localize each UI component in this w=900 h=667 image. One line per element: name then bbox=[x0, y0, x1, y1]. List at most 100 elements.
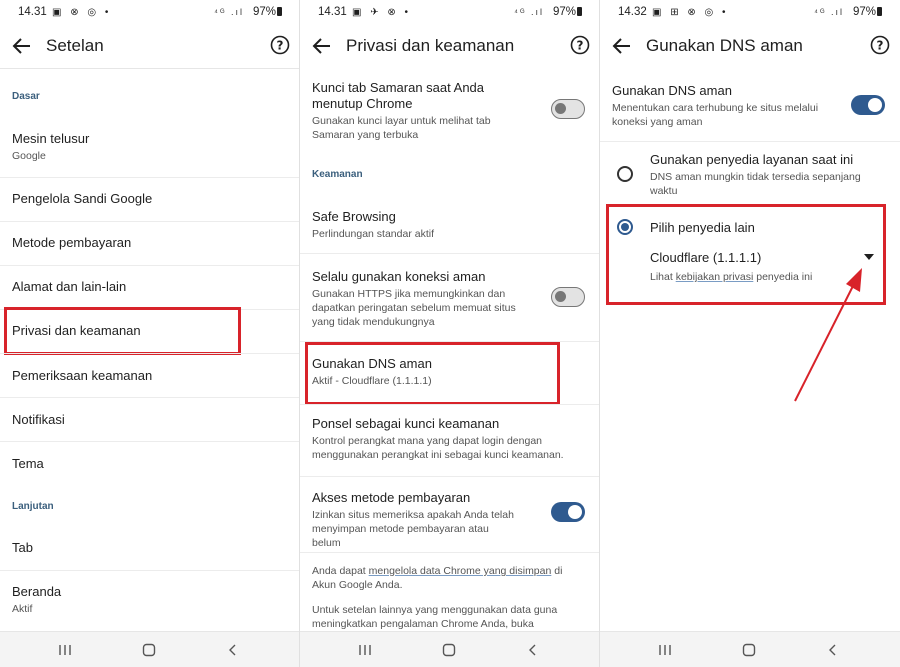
section-header-basic: Dasar bbox=[12, 91, 40, 102]
item-title: Selalu gunakan koneksi aman bbox=[312, 269, 486, 284]
system-nav-bar bbox=[300, 631, 600, 667]
battery-level: 97% bbox=[252, 6, 276, 18]
settings-item-password-manager[interactable]: Pengelola Sandi Google bbox=[12, 191, 288, 207]
item-title: Alamat dan lain-lain bbox=[12, 279, 127, 294]
payment-access-toggle[interactable] bbox=[551, 502, 585, 522]
item-subtitle: Google bbox=[12, 150, 46, 162]
divider bbox=[300, 253, 600, 254]
status-bar: 14.32 ▣ ⊞ ⊗ ◎ • ⁴ᴳ .ıl 97% bbox=[600, 6, 900, 22]
settings-item-notifications[interactable]: Notifikasi bbox=[12, 412, 288, 428]
help-icon[interactable]: ? bbox=[570, 35, 590, 55]
recent-apps-icon[interactable] bbox=[358, 643, 372, 657]
divider bbox=[0, 177, 300, 178]
item-title: Akses metode pembayaran bbox=[312, 490, 471, 505]
secure-dns-toggle[interactable] bbox=[851, 95, 885, 115]
help-icon[interactable]: ? bbox=[870, 35, 890, 55]
settings-item-addresses[interactable]: Alamat dan lain-lain bbox=[12, 279, 288, 295]
divider bbox=[0, 353, 300, 354]
annotation-arrow-icon bbox=[794, 268, 862, 402]
page-title: Setelan bbox=[46, 36, 104, 55]
item-title: Pemeriksaan keamanan bbox=[12, 368, 153, 383]
item-subtitle: Perlindungan standar aktif bbox=[312, 228, 434, 240]
manage-data-link[interactable]: mengelola data Chrome yang disimpan bbox=[369, 565, 552, 577]
battery-level: 97% bbox=[552, 6, 576, 18]
home-icon[interactable] bbox=[442, 643, 456, 657]
toggle-knob bbox=[555, 291, 566, 302]
settings-item-tabs[interactable]: Tab bbox=[12, 540, 288, 556]
recent-apps-icon[interactable] bbox=[58, 643, 72, 657]
radio-current-provider[interactable] bbox=[617, 166, 633, 182]
divider bbox=[0, 265, 300, 266]
help-icon[interactable]: ? bbox=[270, 35, 290, 55]
footer-text-pre: Anda dapat bbox=[312, 565, 369, 577]
settings-item-homepage[interactable]: Beranda Aktif bbox=[12, 584, 288, 616]
back-arrow-icon[interactable] bbox=[310, 34, 334, 58]
section-header-advanced: Lanjutan bbox=[12, 501, 54, 512]
option-current-provider[interactable]: Gunakan penyedia layanan saat ini DNS am… bbox=[650, 152, 888, 198]
nav-back-icon[interactable] bbox=[226, 643, 240, 657]
back-arrow-icon[interactable] bbox=[10, 34, 34, 58]
battery-level: 97% bbox=[852, 6, 876, 18]
settings-item-payment-access[interactable]: Akses metode pembayaran Izinkan situs me… bbox=[312, 490, 520, 550]
svg-text:?: ? bbox=[577, 39, 584, 53]
divider bbox=[0, 397, 300, 398]
settings-item-lock-incognito[interactable]: Kunci tab Samaran saat Anda menutup Chro… bbox=[312, 80, 520, 142]
app-bar-divider bbox=[0, 68, 300, 69]
battery-indicator: 97% bbox=[853, 6, 882, 18]
battery-icon bbox=[277, 7, 282, 16]
divider bbox=[300, 404, 600, 405]
recent-apps-icon[interactable] bbox=[658, 643, 672, 657]
option-title: Gunakan penyedia layanan saat ini bbox=[650, 152, 854, 167]
status-bar: 14.31 ▣ ✈ ⊗ • ⁴ᴳ .ıl 97% bbox=[300, 6, 600, 22]
home-icon[interactable] bbox=[742, 643, 756, 657]
status-time: 14.31 bbox=[318, 6, 347, 18]
app-bar: Setelan ? bbox=[0, 28, 300, 68]
app-bar: Privasi dan keamanan ? bbox=[300, 28, 600, 68]
settings-item-safety-check[interactable]: Pemeriksaan keamanan bbox=[12, 368, 288, 384]
item-subtitle: Aktif bbox=[12, 603, 33, 615]
signal-icon: ⁴ᴳ .ıl bbox=[514, 7, 544, 17]
secure-connection-toggle[interactable] bbox=[551, 287, 585, 307]
item-title: Beranda bbox=[12, 584, 62, 599]
lock-incognito-toggle[interactable] bbox=[551, 99, 585, 119]
option-subtitle: DNS aman mungkin tidak tersedia sepanjan… bbox=[650, 171, 861, 197]
settings-item-search-engine[interactable]: Mesin telusur Google bbox=[12, 131, 288, 163]
nav-back-icon[interactable] bbox=[826, 643, 840, 657]
secure-dns-screen: 14.32 ▣ ⊞ ⊗ ◎ • ⁴ᴳ .ıl 97% Gunakan DNS a… bbox=[600, 0, 900, 667]
home-icon[interactable] bbox=[142, 643, 156, 657]
divider bbox=[0, 441, 300, 442]
settings-item-safe-browsing[interactable]: Safe Browsing Perlindungan standar aktif bbox=[312, 209, 588, 241]
battery-indicator: 97% bbox=[553, 6, 582, 18]
privacy-security-screen: 14.31 ▣ ✈ ⊗ • ⁴ᴳ .ıl 97% Privasi dan kea… bbox=[300, 0, 600, 667]
settings-screen: 14.31 ▣ ⊗ ◎ • ⁴ᴳ .ıl 97% Setelan ? Dasar… bbox=[0, 0, 300, 667]
settings-item-theme[interactable]: Tema bbox=[12, 456, 288, 472]
app-bar: Gunakan DNS aman ? bbox=[600, 28, 900, 68]
manage-data-text: Anda dapat mengelola data Chrome yang di… bbox=[312, 564, 588, 592]
item-title: Notifikasi bbox=[12, 412, 65, 427]
item-subtitle: Gunakan kunci layar untuk melihat tab Sa… bbox=[312, 115, 491, 141]
item-title: Pengelola Sandi Google bbox=[12, 191, 153, 206]
item-title: Mesin telusur bbox=[12, 131, 90, 146]
status-time: 14.32 bbox=[618, 6, 647, 18]
settings-item-secure-connection[interactable]: Selalu gunakan koneksi aman Gunakan HTTP… bbox=[312, 269, 520, 329]
secure-dns-main-setting[interactable]: Gunakan DNS aman Menentukan cara terhubu… bbox=[612, 83, 820, 129]
settings-item-payment-methods[interactable]: Metode pembayaran bbox=[12, 235, 288, 251]
highlight-box bbox=[4, 307, 241, 355]
status-notification-icons: ▣ ⊞ ⊗ ◎ • bbox=[652, 7, 729, 18]
toggle-knob bbox=[868, 98, 882, 112]
item-subtitle: Menentukan cara terhubung ke situs melal… bbox=[612, 102, 819, 128]
item-subtitle: Izinkan situs memeriksa apakah Anda tela… bbox=[312, 509, 514, 549]
item-title: Tema bbox=[12, 456, 44, 471]
item-subtitle: Gunakan HTTPS jika memungkinkan dan dapa… bbox=[312, 288, 516, 328]
divider bbox=[300, 476, 600, 477]
back-arrow-icon[interactable] bbox=[610, 34, 634, 58]
item-title: Metode pembayaran bbox=[12, 235, 132, 250]
settings-item-phone-security-key[interactable]: Ponsel sebagai kunci keamanan Kontrol pe… bbox=[312, 416, 588, 462]
svg-text:?: ? bbox=[277, 39, 284, 53]
divider bbox=[300, 552, 600, 553]
item-subtitle: Kontrol perangkat mana yang dapat login … bbox=[312, 435, 564, 461]
more-settings-text: Untuk setelan lainnya yang menggunakan d… bbox=[312, 604, 558, 630]
system-nav-bar bbox=[0, 631, 300, 667]
nav-back-icon[interactable] bbox=[526, 643, 540, 657]
page-title: Privasi dan keamanan bbox=[346, 36, 515, 55]
